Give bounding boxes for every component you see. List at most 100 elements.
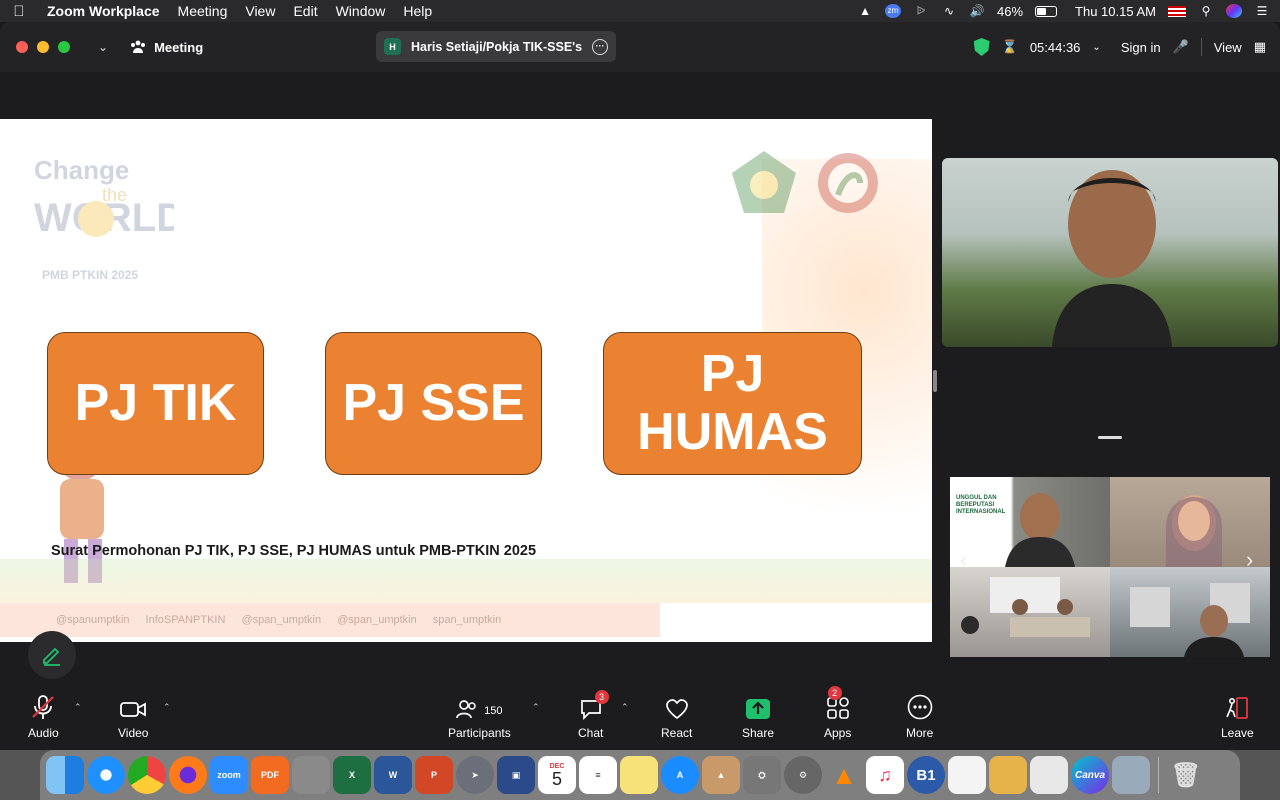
instagram-handle: @spanumptkin — [56, 614, 130, 626]
meeting-toolbar: Audio ⌃ Video ⌃ 150 Participants ⌃ 3 Cha… — [0, 682, 1280, 750]
shared-screen-slide[interactable]: Change the WORLD PMB PTKIN 2025 @spanump… — [0, 119, 932, 642]
system-settings-icon[interactable]: ⚙ — [784, 756, 822, 794]
menu-meeting[interactable]: Meeting — [169, 3, 237, 19]
participant-tile[interactable] — [1110, 567, 1270, 657]
textedit-icon[interactable] — [948, 756, 986, 794]
leave-button[interactable]: Leave — [1221, 692, 1254, 740]
word-icon[interactable]: W — [374, 756, 412, 794]
reminders-icon[interactable]: ≡ — [579, 756, 617, 794]
menu-view[interactable]: View — [236, 3, 284, 19]
chat-label: Chat — [578, 726, 604, 740]
photos-viewer-icon[interactable] — [1112, 756, 1150, 794]
wifi-icon[interactable]: ∿ — [941, 4, 957, 18]
sign-in-button[interactable]: Sign in — [1121, 40, 1161, 55]
app-store-icon[interactable]: A — [661, 756, 699, 794]
facebook-handle: InfoSPANPTKIN — [145, 614, 226, 626]
video-options-caret-icon[interactable]: ⌃ — [163, 702, 171, 713]
preview-icon[interactable]: ▲ — [702, 756, 740, 794]
annotate-button[interactable] — [28, 631, 76, 679]
security-shield-icon[interactable] — [973, 38, 990, 56]
bluetooth-icon[interactable]: ᐉ — [913, 4, 929, 18]
panel-resize-handle[interactable] — [933, 370, 937, 392]
us-flag-icon[interactable] — [1168, 5, 1186, 17]
muted-mic-icon — [32, 695, 55, 719]
timer-chevron-icon[interactable]: ⌄ — [1092, 42, 1100, 53]
excel-icon[interactable]: X — [333, 756, 371, 794]
zoom-app-icon[interactable]: zoom — [210, 756, 248, 794]
stickies-icon[interactable] — [620, 756, 658, 794]
volume-icon[interactable]: 🔊 — [969, 4, 985, 18]
macos-menubar:  Zoom Workplace Meeting View Edit Windo… — [0, 0, 1280, 22]
fullscreen-window-button[interactable] — [58, 41, 70, 53]
vlc-icon[interactable]: ▲ — [825, 756, 863, 794]
participants-caret-icon[interactable]: ⌃ — [532, 702, 540, 713]
script-editor-icon[interactable]: ▲ — [857, 4, 873, 18]
view-button[interactable]: View — [1214, 40, 1242, 55]
share-label: Share — [742, 726, 775, 740]
participant-tile[interactable] — [950, 567, 1110, 657]
participants-label: Participants — [448, 726, 511, 740]
utility-app-icon[interactable]: ⛭ — [743, 756, 781, 794]
trash-icon[interactable]: 🗑 — [1167, 756, 1205, 794]
chat-unread-badge: 3 — [594, 690, 609, 704]
more-button[interactable]: More — [906, 692, 933, 740]
close-window-button[interactable] — [16, 41, 28, 53]
spotlight-search-icon[interactable]: ⚲ — [1198, 4, 1214, 18]
screen-share-pill[interactable]: H Haris Setiaji/Pokja TIK-SSE's ··· — [376, 31, 616, 62]
canva-icon[interactable]: Canva — [1071, 756, 1109, 794]
more-options-icon[interactable]: ··· — [592, 38, 608, 55]
more-label: More — [906, 726, 934, 740]
siri-icon[interactable] — [1226, 4, 1242, 18]
app-menu-zoom[interactable]: Zoom Workplace — [38, 3, 169, 19]
notes-app-icon[interactable]: ▣ — [497, 756, 535, 794]
clock[interactable]: Thu 10.15 AM — [1075, 4, 1156, 19]
meeting-info[interactable]: Meeting — [130, 40, 203, 55]
gallery-drag-handle[interactable] — [1098, 436, 1122, 439]
launchpad-icon[interactable]: ➤ — [456, 756, 494, 794]
react-button[interactable]: React — [661, 692, 692, 740]
pdf-app-icon[interactable]: PDF — [251, 756, 289, 794]
menu-edit[interactable]: Edit — [284, 3, 326, 19]
apple-menu-icon[interactable]:  — [0, 3, 38, 20]
books-icon[interactable] — [989, 756, 1027, 794]
apps-grid-icon — [826, 697, 849, 719]
view-grid-icon[interactable]: ▦ — [1254, 39, 1266, 55]
calendar-day: 5 — [551, 768, 562, 789]
chat-button[interactable]: 3 Chat — [578, 690, 609, 740]
chat-caret-icon[interactable]: ⌃ — [621, 702, 629, 713]
minimize-window-button[interactable] — [37, 41, 49, 53]
finder-icon[interactable] — [46, 756, 84, 794]
audio-button[interactable]: Audio — [28, 692, 59, 740]
control-center-icon[interactable]: ☰ — [1254, 4, 1270, 18]
window-controls — [16, 41, 70, 53]
gallery-next-arrow-icon[interactable]: › — [1246, 547, 1253, 573]
firefox-icon[interactable] — [169, 756, 207, 794]
chevron-down-icon[interactable]: ⌄ — [98, 40, 108, 54]
pj-humas-label: PJ HUMAS — [637, 345, 828, 461]
powerpoint-icon[interactable]: P — [415, 756, 453, 794]
meeting-label: Meeting — [154, 39, 204, 55]
participants-button[interactable]: 150 Participants — [448, 692, 511, 740]
apps-button[interactable]: 2 Apps — [824, 686, 851, 740]
battery-icon[interactable] — [1035, 5, 1058, 17]
zoom-status-icon[interactable]: zm — [885, 4, 902, 18]
share-button[interactable]: Share — [742, 692, 774, 740]
script-app-icon[interactable] — [1030, 756, 1068, 794]
meeting-timer[interactable]: 05:44:36 — [1030, 40, 1081, 55]
music-icon[interactable]: ♫ — [866, 756, 904, 794]
participant-tile[interactable]: UNGGUL DAN BEREPUTASI INTERNASIONAL — [950, 477, 1110, 567]
calendar-icon[interactable]: DEC 5 — [538, 756, 576, 794]
menu-window[interactable]: Window — [327, 3, 395, 19]
audio-options-caret-icon[interactable]: ⌃ — [74, 702, 82, 713]
menu-help[interactable]: Help — [394, 3, 441, 19]
pj-tik-box: PJ TIK — [47, 332, 264, 475]
chrome-icon[interactable] — [128, 756, 166, 794]
mic-status-icon[interactable]: 🎤 — [1173, 39, 1189, 55]
safari-icon[interactable] — [87, 756, 125, 794]
gallery-prev-arrow-icon[interactable]: ‹ — [960, 547, 967, 573]
video-button[interactable]: Video — [118, 692, 148, 740]
active-speaker-video[interactable] — [942, 158, 1278, 347]
b1-app-icon[interactable]: B1 — [907, 756, 945, 794]
calculator-icon[interactable] — [292, 756, 330, 794]
participant-silhouette — [1130, 583, 1250, 657]
